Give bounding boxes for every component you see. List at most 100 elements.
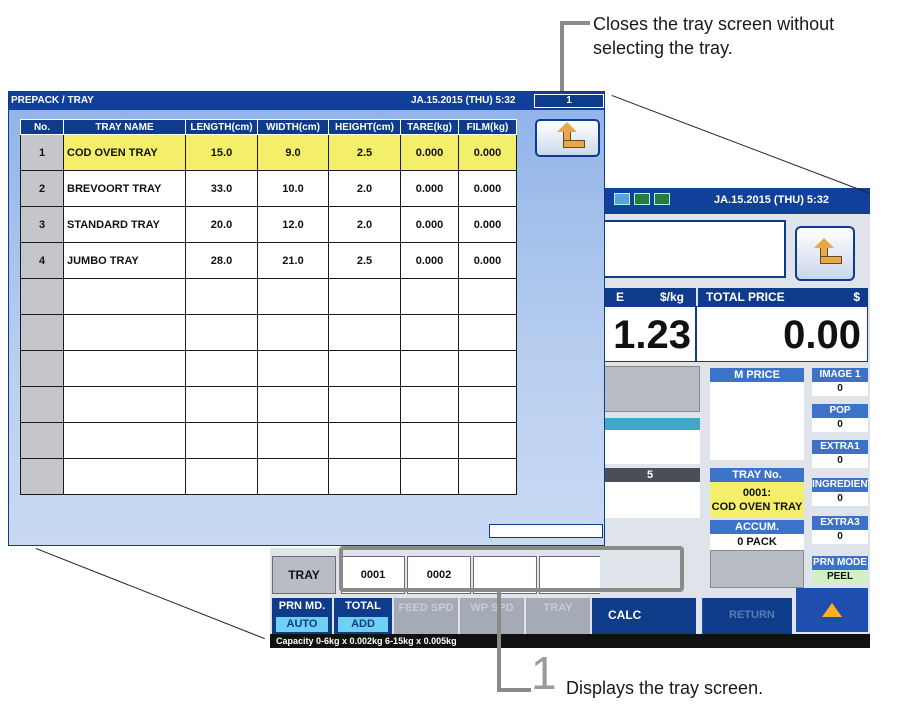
table-row[interactable]: 4 JUMBO TRAY 28.0 21.0 2.5 0.000 0.000 bbox=[20, 242, 517, 279]
calc-button[interactable]: CALC bbox=[592, 598, 600, 634]
total-label: TOTAL bbox=[345, 600, 381, 612]
tray-table-header: No. TRAY NAME LENGTH(cm) WIDTH(cm) HEIGH… bbox=[20, 119, 517, 135]
main-return-button[interactable] bbox=[795, 226, 855, 281]
total-price-value: 0.00 bbox=[696, 306, 868, 362]
accum-value: 0 PACK bbox=[710, 534, 804, 550]
row-no: 3 bbox=[20, 206, 64, 243]
row-cell bbox=[185, 458, 258, 495]
callout-close-text: Closes the tray screen without selecting… bbox=[593, 12, 834, 60]
row-cell bbox=[328, 350, 401, 387]
row-height: 2.5 bbox=[328, 134, 401, 171]
callout-step-bracket-v bbox=[497, 592, 501, 692]
prn-md-button[interactable]: PRN MD. AUTO bbox=[272, 598, 332, 634]
row-no bbox=[20, 314, 64, 351]
unit-price-value: 1.23 bbox=[600, 306, 696, 362]
side-prn-mode-label: PRN MODE bbox=[812, 556, 868, 570]
tray-screen: PREPACK / TRAY JA.15.2015 (THU) 5:32 1 N… bbox=[8, 91, 605, 546]
main-gray-bottom bbox=[710, 550, 804, 588]
row-cell bbox=[185, 350, 258, 387]
row-length: 28.0 bbox=[185, 242, 258, 279]
capacity-text: Capacity 0-6kg x 0.002kg 6-15kg x 0.005k… bbox=[270, 634, 600, 648]
return-arrow-icon bbox=[808, 237, 842, 266]
total-value: ADD bbox=[338, 617, 388, 632]
side-ingredient-value: 0 bbox=[812, 492, 868, 506]
wp-spd-button[interactable]: WP SPD bbox=[460, 598, 524, 634]
table-row-empty[interactable] bbox=[20, 422, 517, 459]
col-header-length: LENGTH(cm) bbox=[185, 119, 258, 135]
side-ingredient-label: INGREDIENT bbox=[812, 478, 870, 492]
row-width: 21.0 bbox=[257, 242, 329, 279]
row-width: 12.0 bbox=[257, 206, 329, 243]
side-extra1[interactable]: EXTRA1 0 bbox=[812, 440, 868, 468]
callout-close-bracket-h bbox=[560, 21, 590, 25]
tray-screen-datetime: JA.15.2015 (THU) 5:32 bbox=[411, 95, 516, 106]
accum-header: ACCUM. bbox=[710, 520, 804, 534]
row-no bbox=[20, 458, 64, 495]
tray-return-button[interactable] bbox=[535, 119, 600, 157]
row-cell bbox=[185, 278, 258, 315]
row-cell bbox=[328, 458, 401, 495]
side-pop-label: POP bbox=[812, 404, 868, 418]
row-cell bbox=[400, 350, 459, 387]
side-ingredient[interactable]: INGREDIENT 0 bbox=[812, 478, 870, 506]
row-cell bbox=[63, 422, 186, 459]
m-price-cell bbox=[710, 382, 804, 460]
side-extra3[interactable]: EXTRA3 0 bbox=[812, 516, 868, 544]
return-disabled-button[interactable]: RETURN bbox=[702, 598, 792, 634]
row-cell bbox=[458, 278, 517, 315]
col-header-width: WIDTH(cm) bbox=[257, 119, 329, 135]
row-tare: 0.000 bbox=[400, 242, 459, 279]
table-row[interactable]: 3 STANDARD TRAY 20.0 12.0 2.0 0.000 0.00… bbox=[20, 206, 517, 243]
row-cell bbox=[458, 350, 517, 387]
main-gray-panel bbox=[600, 366, 700, 412]
tray-no-line2: COD OVEN TRAY bbox=[711, 501, 803, 513]
callout-step-bracket-h bbox=[497, 688, 531, 692]
col-header-no: No. bbox=[20, 119, 64, 135]
table-row[interactable]: 1 COD OVEN TRAY 15.0 9.0 2.5 0.000 0.000 bbox=[20, 134, 517, 171]
m-price-header: M PRICE bbox=[710, 368, 804, 382]
row-cell bbox=[458, 422, 517, 459]
row-length: 20.0 bbox=[185, 206, 258, 243]
table-row[interactable]: 2 BREVOORT TRAY 33.0 10.0 2.0 0.000 0.00… bbox=[20, 170, 517, 207]
row-cell bbox=[400, 278, 459, 315]
row-no: 2 bbox=[20, 170, 64, 207]
table-row-empty[interactable] bbox=[20, 278, 517, 315]
row-cell bbox=[63, 314, 186, 351]
tray-no-line1: 0001: bbox=[742, 487, 772, 499]
row-cell bbox=[63, 350, 186, 387]
side-image1[interactable]: IMAGE 10 bbox=[812, 368, 868, 396]
side-prn-mode-value: PEEL bbox=[812, 570, 868, 584]
row-film: 0.000 bbox=[458, 242, 517, 279]
row-cell bbox=[257, 386, 329, 423]
row-width: 9.0 bbox=[257, 134, 329, 171]
total-button[interactable]: TOTAL ADD bbox=[334, 598, 392, 634]
tray-slots-highlight bbox=[339, 546, 684, 592]
row-cell bbox=[328, 278, 401, 315]
row-cell bbox=[257, 422, 329, 459]
side-pop[interactable]: POP 0 bbox=[812, 404, 868, 432]
table-row-empty[interactable] bbox=[20, 386, 517, 423]
table-row-empty[interactable] bbox=[20, 350, 517, 387]
scroll-up-button[interactable] bbox=[796, 588, 868, 632]
table-row-empty[interactable] bbox=[20, 314, 517, 351]
tray-disabled-button[interactable]: TRAY bbox=[526, 598, 590, 634]
table-row-empty[interactable] bbox=[20, 458, 517, 495]
side-prn-mode[interactable]: PRN MODE PEEL bbox=[812, 556, 868, 584]
row-no bbox=[20, 350, 64, 387]
calc-button-overlay: CALC RETURN bbox=[600, 598, 770, 634]
side-pop-value: 0 bbox=[812, 418, 868, 432]
row-tray-name: BREVOORT TRAY bbox=[63, 170, 186, 207]
side-extra1-label: EXTRA1 bbox=[812, 440, 868, 454]
col-header-film: FILM(kg) bbox=[458, 119, 517, 135]
capacity-bar-right bbox=[600, 634, 870, 648]
feed-spd-button[interactable]: FEED SPD bbox=[394, 598, 458, 634]
tray-button[interactable]: TRAY bbox=[272, 556, 336, 594]
callout-close-line2: selecting the tray. bbox=[593, 38, 733, 58]
row-film: 0.000 bbox=[458, 206, 517, 243]
row-cell bbox=[328, 314, 401, 351]
row-cell bbox=[400, 386, 459, 423]
row-cell bbox=[400, 422, 459, 459]
row-cell bbox=[63, 278, 186, 315]
tray-no-value[interactable]: 0001: COD OVEN TRAY bbox=[710, 482, 804, 518]
tray-no-header: TRAY No. bbox=[710, 468, 804, 482]
